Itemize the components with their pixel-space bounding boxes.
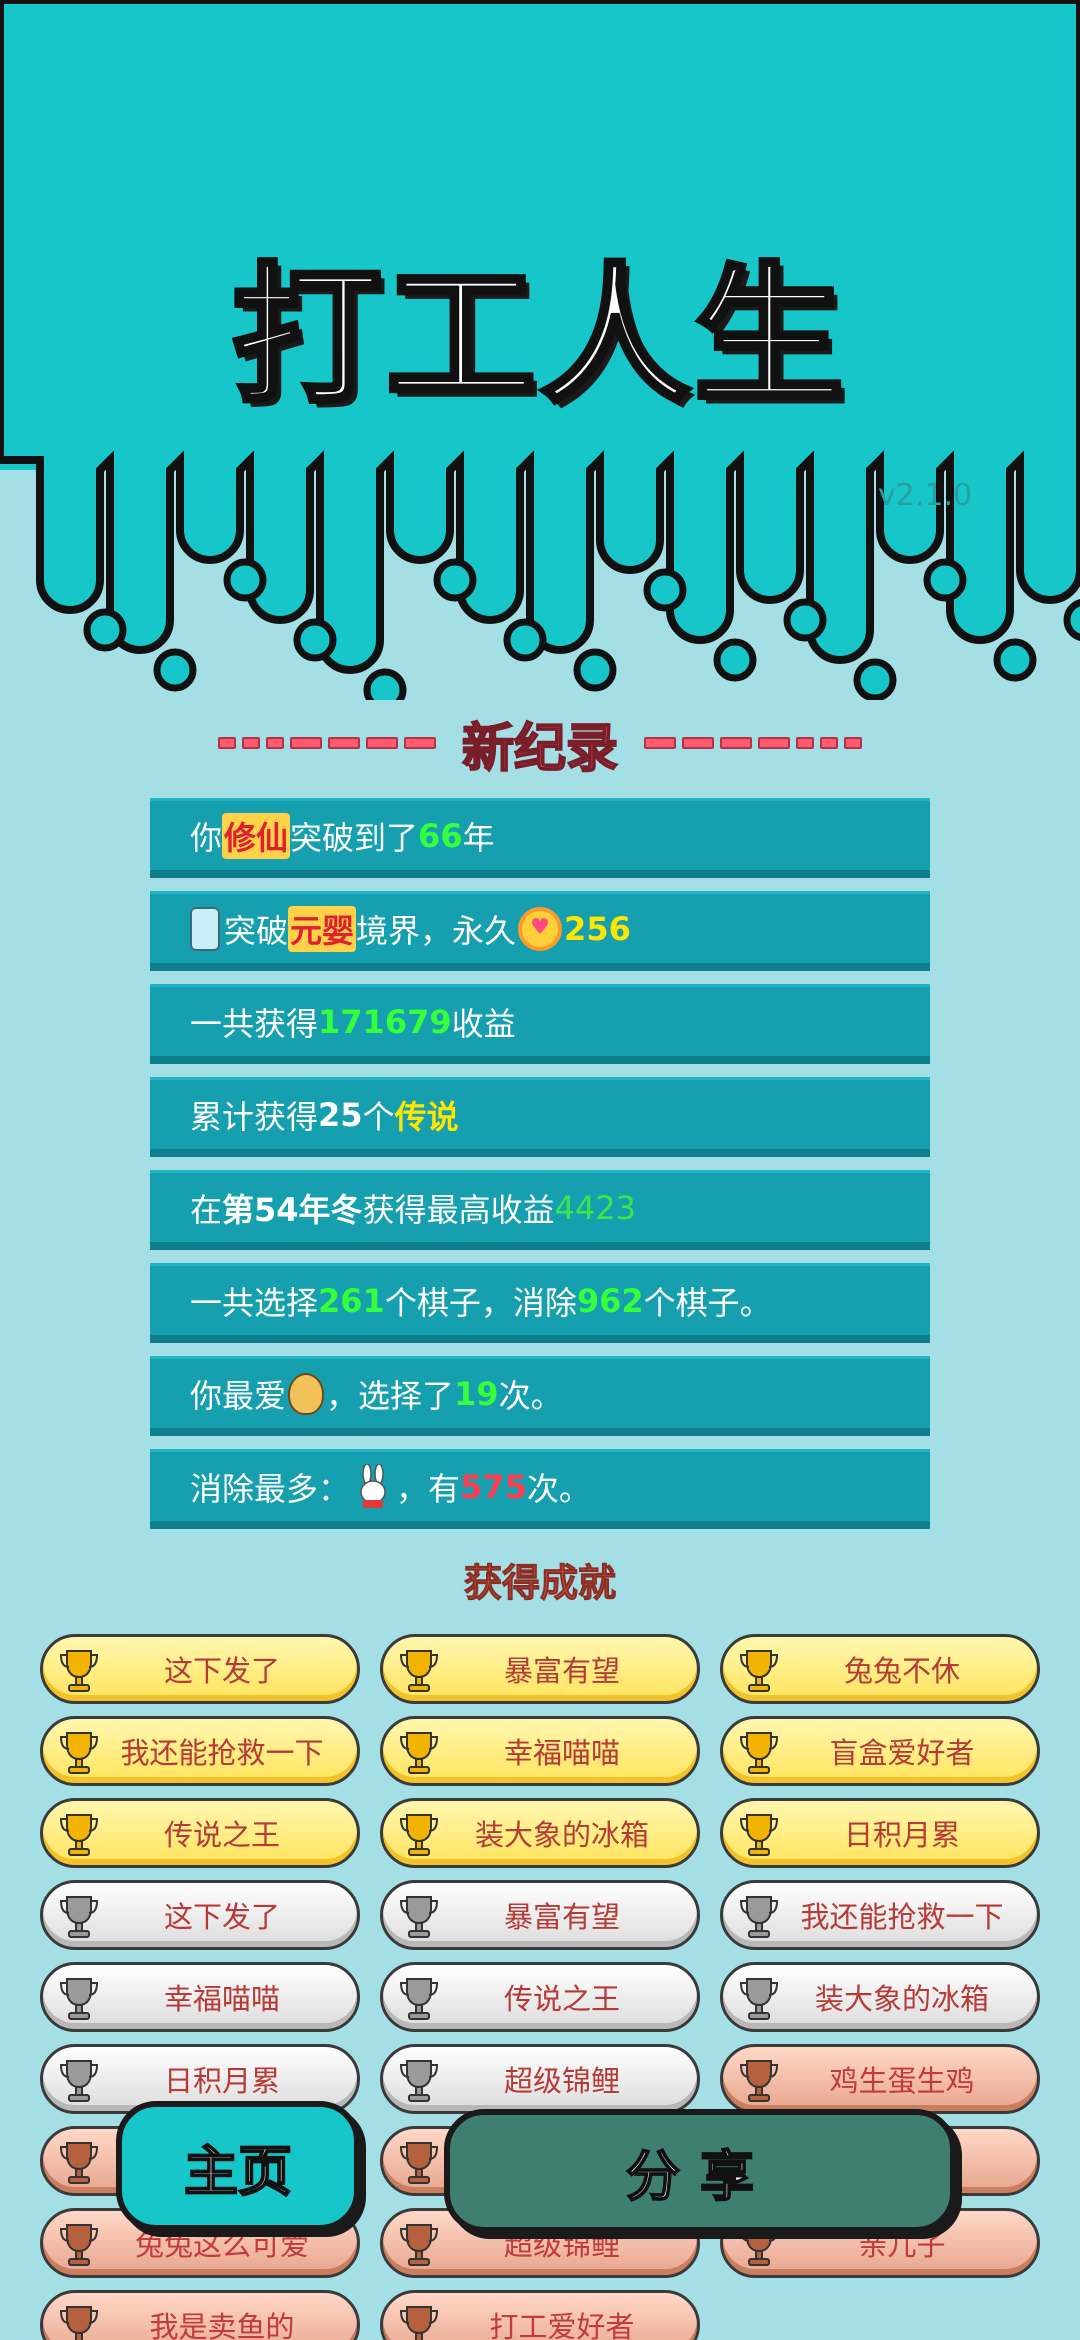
season-text: 第54年冬 (222, 1190, 363, 1229)
achievement-badge: 我还能抢救一下 (720, 1880, 1040, 1950)
trophy-icon (399, 1896, 439, 1938)
stat-number: 25 (318, 1095, 363, 1134)
stat-number: 171679 (318, 1002, 452, 1041)
home-button[interactable]: 主页 (116, 2101, 360, 2231)
version-label: v2.1.0 (878, 478, 973, 513)
header: 打工人生 v2.1.0 (0, 0, 1080, 700)
achievement-badge: 盲盒爱好者 (720, 1716, 1040, 1786)
stat-row: 你最爱 ，选择了 19 次。 (150, 1356, 930, 1436)
trophy-icon (59, 1814, 99, 1856)
stat-number: 4423 (554, 1188, 637, 1227)
achievement-badge: 传说之王 (40, 1798, 360, 1868)
game-title: 打工人生 (229, 248, 848, 427)
trophy-icon (59, 1732, 99, 1774)
stat-row: 一共获得 171679 收益 (150, 984, 930, 1064)
trophy-icon (399, 1650, 439, 1692)
trophy-icon (59, 1978, 99, 2020)
achievement-badge: 我还能抢救一下 (40, 1716, 360, 1786)
stat-row: 累计获得 25 个传说 (150, 1077, 930, 1157)
record-title: 新纪录 (461, 718, 619, 780)
achievement-badge: 暴富有望 (380, 1880, 700, 1950)
achievement-badge: 传说之王 (380, 1962, 700, 2032)
stat-number: 575 (460, 1467, 527, 1506)
achievement-badge: 装大象的冰箱 (380, 1798, 700, 1868)
stat-number: 962 (576, 1281, 644, 1320)
trophy-icon (59, 2306, 99, 2340)
trophy-icon (399, 1978, 439, 2020)
trophy-icon (399, 1732, 439, 1774)
achievement-badge: 这下发了 (40, 1880, 360, 1950)
fridge-icon (190, 906, 220, 951)
stats-list: 你修仙 突破到了 66 年 突破 元婴 境界，永久 ♥ 256 一共获得 171679 收益 累计… (150, 798, 930, 1542)
trophy-icon (59, 1650, 99, 1692)
achievement-badge: 打工爱好者 (380, 2290, 700, 2340)
stat-row: 你修仙 突破到了 66 年 (150, 798, 930, 878)
trophy-icon (739, 1978, 779, 2020)
highlight-text: 传说 (394, 1097, 459, 1136)
share-button[interactable]: 分享 (444, 2109, 956, 2233)
trophy-icon (739, 1814, 779, 1856)
achievement-badge: 装大象的冰箱 (720, 1962, 1040, 2032)
bunny-icon (360, 1463, 386, 1508)
chick-icon (288, 1372, 325, 1415)
stat-row: 一共选择 261 个棋子，消除 962 个棋子。 (150, 1263, 930, 1343)
left-dash-decoration (217, 737, 436, 749)
trophy-icon (59, 1896, 99, 1938)
heart-coin-icon: ♥ (518, 906, 563, 951)
highlight-text: 修仙 (222, 812, 291, 859)
achievement-badge: 这下发了 (40, 1634, 360, 1704)
trophy-icon (399, 1814, 439, 1856)
stat-row: 消除最多： ，有 575 次。 (150, 1449, 930, 1529)
highlight-text: 元婴 (288, 905, 357, 952)
stat-row: 突破 元婴 境界，永久 ♥ 256 (150, 891, 930, 971)
achievement-badge: 幸福喵喵 (40, 1962, 360, 2032)
right-dash-decoration (644, 737, 862, 749)
stat-number: 66 (418, 816, 463, 855)
achievement-badge: 兔兔不休 (720, 1634, 1040, 1704)
trophy-icon (739, 1732, 779, 1774)
stat-row: 在 第54年冬 获得最高收益 4423 (150, 1170, 930, 1250)
achievement-badge: 幸福喵喵 (380, 1716, 700, 1786)
stat-number: 256 (564, 909, 631, 948)
trophy-icon (739, 1896, 779, 1938)
achievements-title: 获得成就 (463, 1561, 616, 1606)
stat-number: 19 (454, 1374, 499, 1413)
record-heading: 新纪录 (0, 708, 1080, 780)
achievement-badge: 暴富有望 (380, 1634, 700, 1704)
stat-number: 261 (318, 1281, 385, 1320)
achievement-badge: 日积月累 (720, 1798, 1040, 1868)
trophy-icon (399, 2306, 439, 2340)
achievement-badge: 我是卖鱼的 (40, 2290, 360, 2340)
trophy-icon (739, 1650, 779, 1692)
bottom-nav: 主页 分享 (0, 2095, 1080, 2255)
